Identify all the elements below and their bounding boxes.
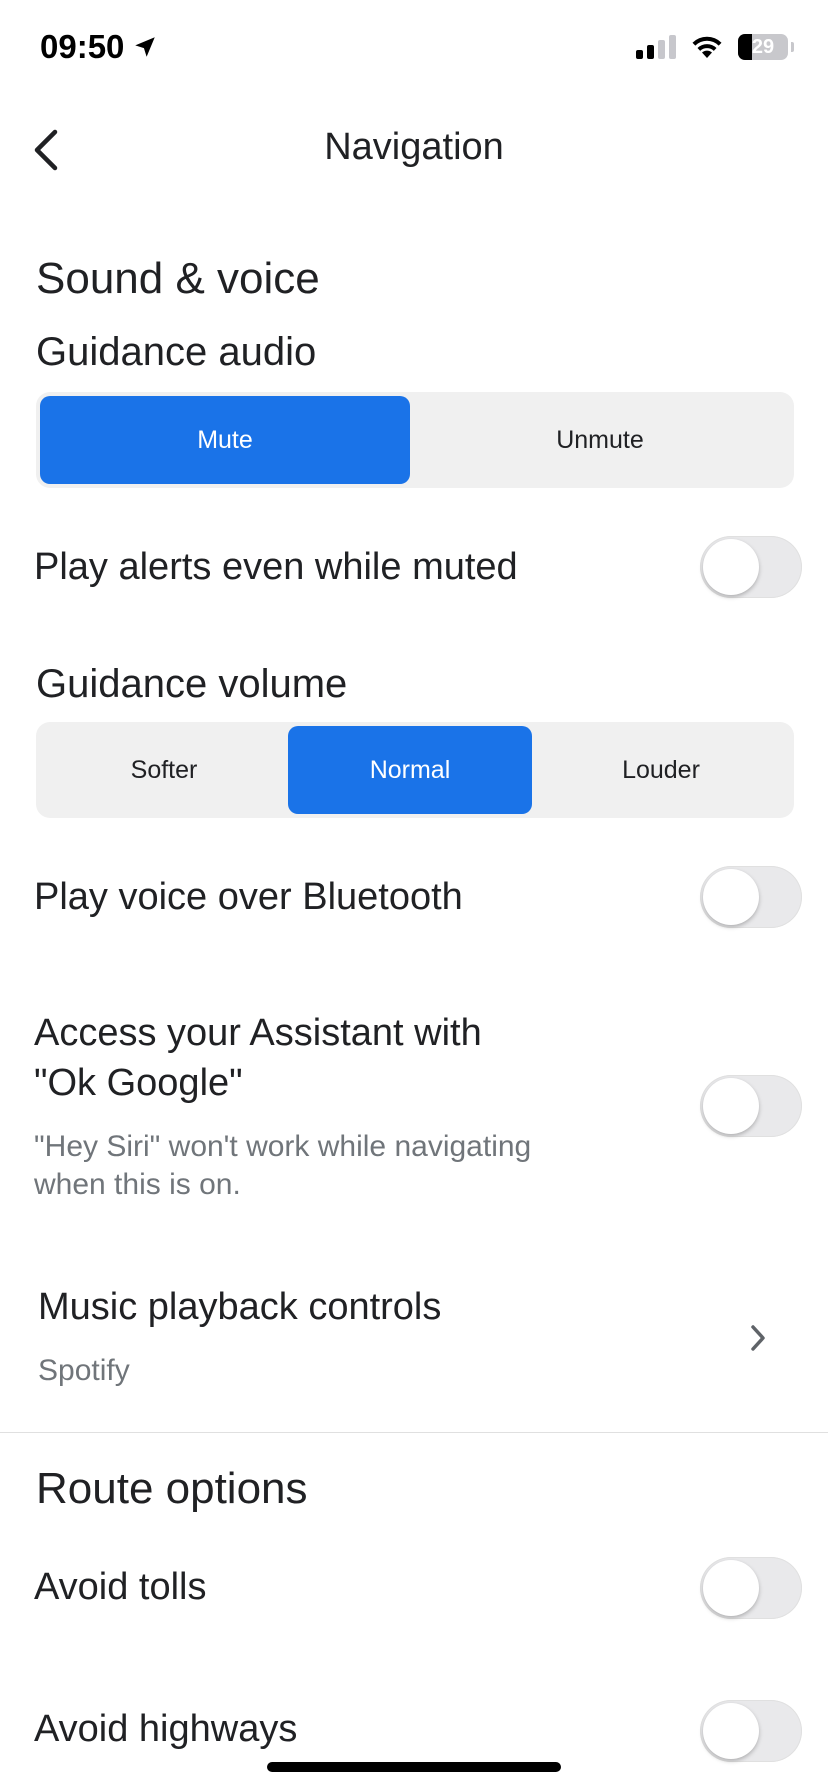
chevron-right-icon (751, 1325, 765, 1351)
guidance-audio-label: Guidance audio (36, 330, 317, 374)
location-arrow-icon (135, 37, 156, 57)
section-title-route-options: Route options (36, 1464, 308, 1513)
status-indicators: 29 (636, 34, 794, 60)
play-alerts-muted-label: Play alerts even while muted (34, 546, 518, 588)
voice-bluetooth-toggle[interactable] (700, 866, 802, 928)
avoid-tolls-toggle[interactable] (700, 1557, 802, 1619)
status-time-text: 09:50 (40, 28, 125, 65)
toggle-knob (703, 539, 759, 595)
ok-google-desc-line1: "Hey Siri" won't work while navigating (34, 1130, 532, 1163)
guidance-volume-softer-button[interactable]: Softer (40, 726, 288, 814)
avoid-highways-toggle[interactable] (700, 1700, 802, 1762)
guidance-volume-louder-button[interactable]: Louder (532, 726, 790, 814)
guidance-audio-unmute-button[interactable]: Unmute (410, 396, 790, 484)
music-playback-value: Spotify (38, 1354, 130, 1387)
guidance-volume-label: Guidance volume (36, 662, 348, 706)
music-playback-controls-row[interactable]: Music playback controls Spotify (0, 1280, 828, 1430)
guidance-audio-mute-button[interactable]: Mute (40, 396, 410, 484)
toggle-knob (703, 1560, 759, 1616)
guidance-volume-segmented: Softer Normal Louder (36, 722, 794, 818)
battery-icon: 29 (738, 34, 788, 60)
battery-level: 29 (751, 35, 775, 58)
ok-google-toggle[interactable] (700, 1075, 802, 1137)
toggle-knob (703, 1078, 759, 1134)
section-divider (0, 1432, 828, 1433)
cellular-signal-icon (636, 35, 676, 59)
music-playback-label: Music playback controls (38, 1286, 442, 1328)
guidance-volume-normal-button[interactable]: Normal (288, 726, 532, 814)
avoid-highways-label: Avoid highways (34, 1708, 298, 1750)
status-time: 09:50 (40, 28, 158, 66)
battery-tip (791, 42, 794, 52)
home-indicator (267, 1762, 561, 1772)
guidance-audio-segmented: Mute Unmute (36, 392, 794, 488)
voice-bluetooth-label: Play voice over Bluetooth (34, 876, 463, 918)
wifi-icon (692, 36, 722, 58)
avoid-tolls-label: Avoid tolls (34, 1566, 207, 1608)
page-title: Navigation (324, 126, 504, 168)
ok-google-label-line2: "Ok Google" (34, 1062, 243, 1104)
toggle-knob (703, 869, 759, 925)
ok-google-desc-line2: when this is on. (34, 1168, 241, 1201)
play-alerts-muted-toggle[interactable] (700, 536, 802, 598)
ok-google-label-line1: Access your Assistant with (34, 1012, 482, 1054)
section-title-sound-voice: Sound & voice (36, 254, 320, 303)
toggle-knob (703, 1703, 759, 1759)
